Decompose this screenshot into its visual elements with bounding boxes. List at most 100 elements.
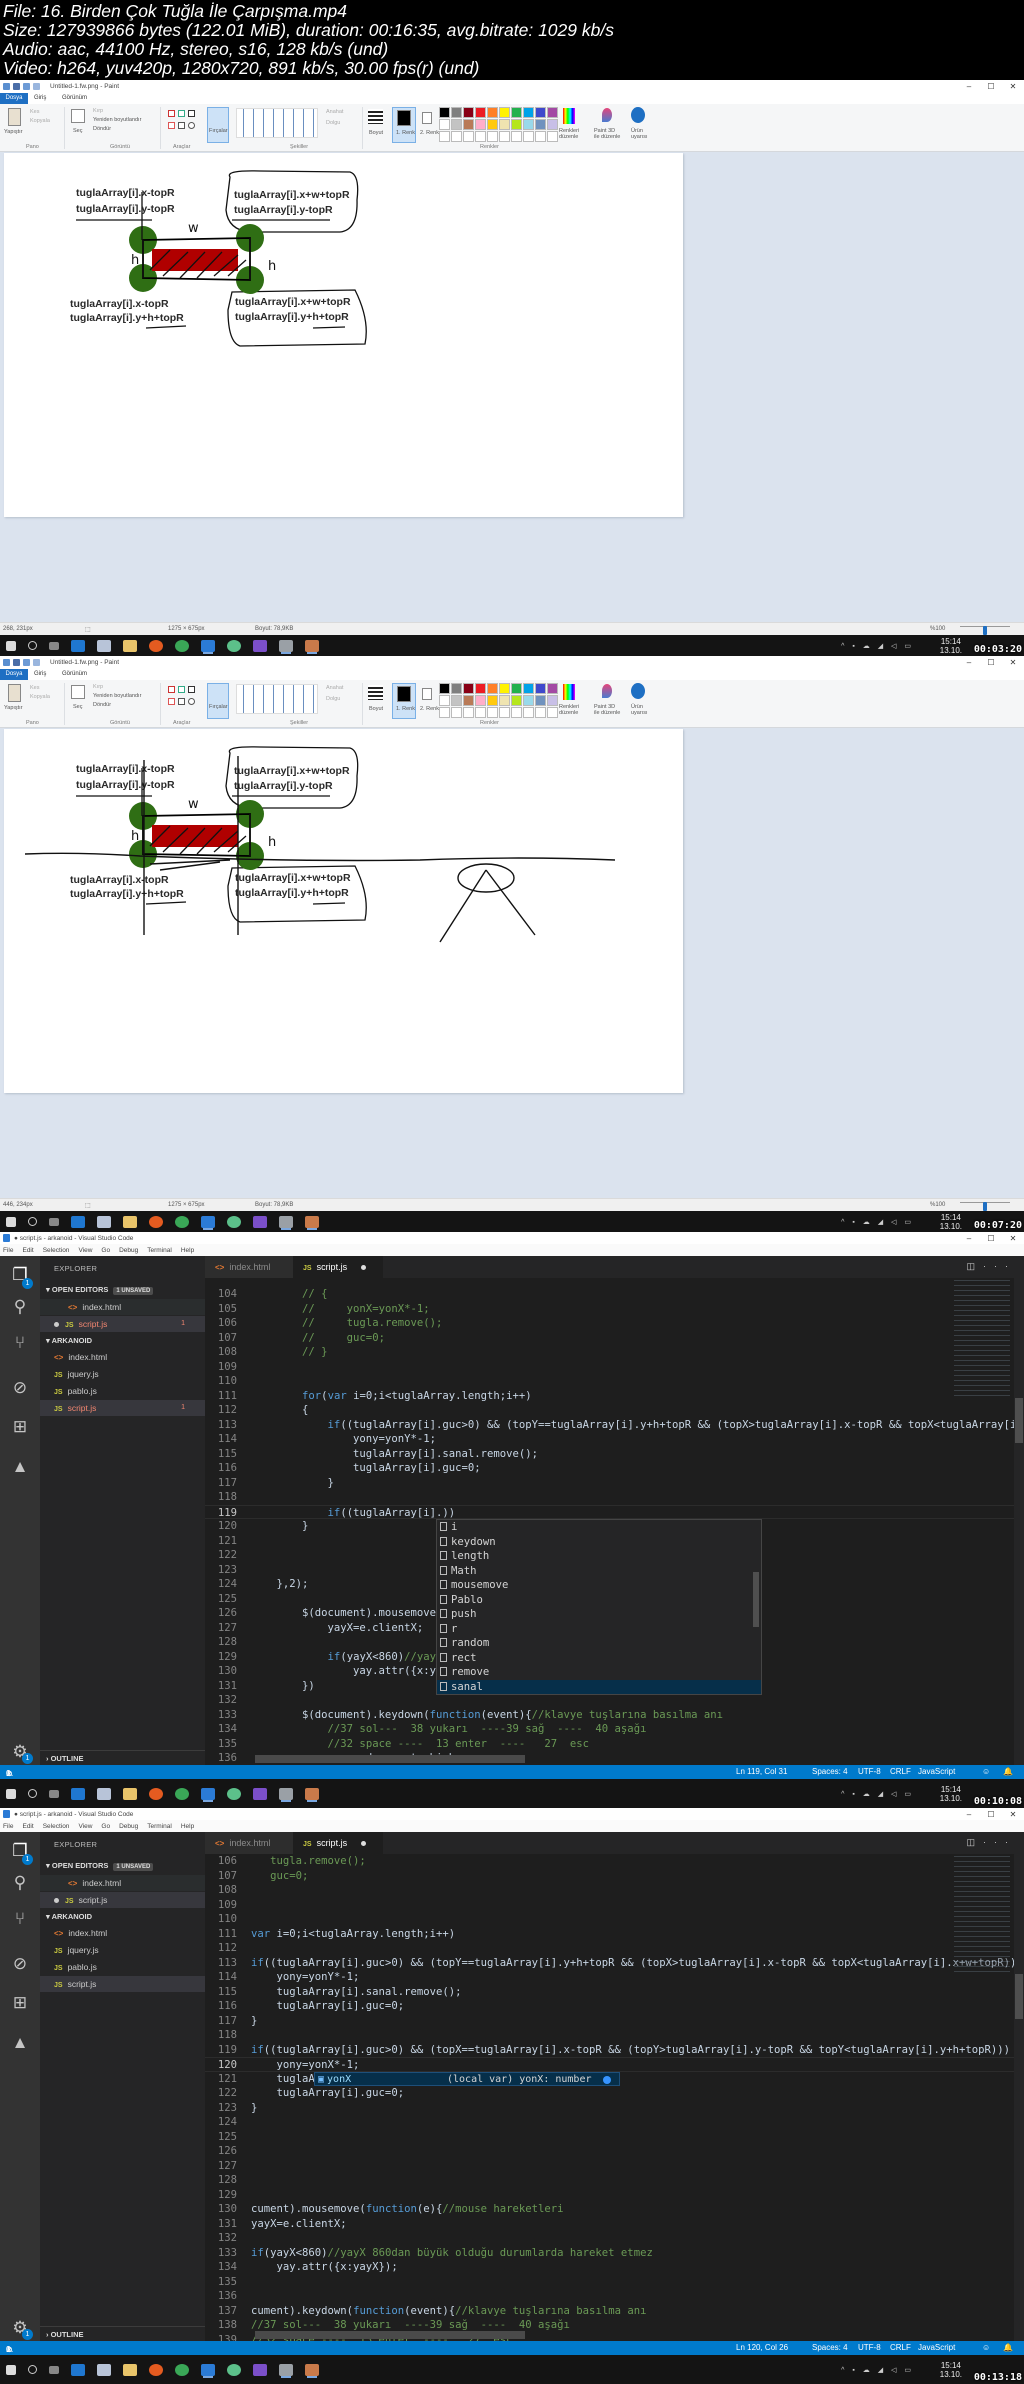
line-text[interactable]: // } <box>251 1345 328 1360</box>
notifications-bell-icon[interactable]: 🔔 <box>1003 1767 1013 1776</box>
code-line[interactable]: 125 <box>205 2130 1024 2145</box>
file-index-html[interactable]: <> index.html <box>40 1349 205 1365</box>
code-line[interactable]: 124 <box>205 2115 1024 2130</box>
clock[interactable]: 15:14 13.10. <box>940 637 962 655</box>
search-icon[interactable] <box>28 641 37 650</box>
code-line[interactable]: 116 tuglaArray[i].guc=0; <box>205 1461 1024 1476</box>
code-line[interactable]: 135 //32 space ---- 13 enter ---- 27 esc <box>205 1737 1024 1752</box>
visual-studio-icon[interactable] <box>253 639 267 652</box>
open-editor-script-js[interactable]: JSscript.js1 <box>40 1892 205 1908</box>
system-tray[interactable]: ^ ▪ ☁ ◢ ◁ ▭ <box>841 1218 914 1226</box>
line-text[interactable]: yayX=e.clientX; <box>251 1621 424 1636</box>
line-text[interactable]: tuglaArray[i].guc=0; <box>251 1461 481 1476</box>
suggestion-scrollbar[interactable] <box>753 1572 759 1627</box>
line-text[interactable]: tuglaArray[i].guc=0; <box>251 2086 405 2101</box>
code-line[interactable]: 110 <box>205 1912 1024 1927</box>
line-text[interactable]: guc=0; <box>251 1869 308 1884</box>
code-line[interactable]: 137 cument).keydown(function(event){//kla… <box>205 2304 1024 2319</box>
visual-studio-icon[interactable] <box>253 1215 267 1228</box>
azure-icon[interactable]: ▲ <box>10 1457 30 1477</box>
code-line[interactable]: 135 <box>205 2275 1024 2290</box>
edge-icon[interactable] <box>71 2363 85 2376</box>
clock[interactable]: 15:14 13.10. <box>940 1213 962 1231</box>
suggestion-item[interactable]: Math <box>437 1564 761 1579</box>
code-line[interactable]: 118 <box>205 2028 1024 2043</box>
source-control-icon[interactable]: ⑂ <box>10 1909 30 1929</box>
line-ending[interactable]: CRLF <box>890 1767 911 1776</box>
vertical-scrollbar[interactable] <box>1014 1278 1024 1765</box>
app-icon[interactable] <box>97 1215 111 1228</box>
app-icon[interactable] <box>97 2363 111 2376</box>
search-icon[interactable] <box>28 2365 37 2374</box>
file-jquery-js[interactable]: JS jquery.js <box>40 1366 205 1382</box>
notifications-bell-icon[interactable]: 🔔 <box>1003 2343 1013 2352</box>
file-explorer-icon[interactable] <box>123 1787 137 1800</box>
code-line[interactable]: 131 yayX=e.clientX; <box>205 2217 1024 2232</box>
line-text[interactable]: yayX=e.clientX; <box>251 2217 347 2232</box>
code-line[interactable]: 107 guc=0; <box>205 1869 1024 1884</box>
line-text[interactable]: yay.attr({x:yayX}); <box>251 2260 398 2275</box>
file-explorer-icon[interactable] <box>123 639 137 652</box>
recorder-icon[interactable] <box>305 1787 319 1800</box>
feedback-smiley-icon[interactable]: ☺ <box>982 1767 990 1776</box>
line-text[interactable]: tuglaArray[i].sanal.remove(); <box>251 1985 462 2000</box>
code-line[interactable]: 112 <box>205 1941 1024 1956</box>
file-explorer-icon[interactable] <box>123 2363 137 2376</box>
recorder-icon[interactable] <box>305 1215 319 1228</box>
code-line[interactable]: 117 } <box>205 1476 1024 1491</box>
code-line[interactable]: 128 <box>205 2173 1024 2188</box>
line-text[interactable]: tugla.remove(); <box>251 1854 366 1869</box>
encoding[interactable]: UTF-8 <box>858 2343 881 2352</box>
horizontal-scrollbar[interactable] <box>255 2331 525 2339</box>
line-text[interactable]: if((tuglaArray[i].guc>0) && (topX==tugla… <box>251 2043 1010 2058</box>
indentation[interactable]: Spaces: 4 <box>812 2343 848 2352</box>
extensions-icon[interactable]: ⊞ <box>10 1417 30 1437</box>
code-line[interactable]: 113 if((tuglaArray[i].guc>0) && (topY==tu… <box>205 1956 1024 1971</box>
code-line[interactable]: 132 <box>205 2231 1024 2246</box>
menu-terminal[interactable]: Terminal <box>147 1247 172 1254</box>
code-line[interactable]: 118 <box>205 1490 1024 1505</box>
code-line[interactable]: 108 // } <box>205 1345 1024 1360</box>
suggestion-item[interactable]: mousemove <box>437 1578 761 1593</box>
file-pablo-js[interactable]: JS pablo.js <box>40 1959 205 1975</box>
unsaved-dot-icon[interactable] <box>361 1841 367 1847</box>
cursor-position[interactable]: Ln 120, Col 26 <box>736 2343 788 2352</box>
line-text[interactable]: { <box>251 1403 308 1418</box>
edge-icon[interactable] <box>71 1215 85 1228</box>
line-text[interactable]: var i=0;i<tuglaArray.length;i++) <box>251 1927 455 1942</box>
suggestion-item[interactable]: length <box>437 1549 761 1564</box>
tab-index-html[interactable]: <> index.html <box>205 1256 293 1278</box>
app-icon[interactable] <box>227 639 241 652</box>
split-editor-icon[interactable]: ◫ <box>966 1837 983 1847</box>
system-tray[interactable]: ^ ▪ ☁ ◢ ◁ ▭ <box>841 1790 914 1798</box>
encoding[interactable]: UTF-8 <box>858 1767 881 1776</box>
vscode-taskbar-icon[interactable] <box>201 1787 215 1800</box>
code-line[interactable]: 106 tugla.remove(); <box>205 1854 1024 1869</box>
code-line[interactable]: 108 <box>205 1883 1024 1898</box>
tab-index-html[interactable]: <> index.html <box>205 1832 293 1854</box>
outline-section[interactable]: › OUTLINE <box>40 1750 205 1766</box>
close-button[interactable]: ✕ <box>1002 1234 1024 1243</box>
suggestion-item[interactable]: push <box>437 1607 761 1622</box>
edge-icon[interactable] <box>71 639 85 652</box>
firefox-icon[interactable] <box>149 1215 163 1228</box>
firefox-icon[interactable] <box>149 2363 163 2376</box>
task-view-icon[interactable] <box>49 641 59 650</box>
start-button[interactable] <box>6 2364 16 2375</box>
open-editor-index-html[interactable]: <> index.html <box>40 1299 205 1315</box>
line-text[interactable]: //37 sol--- 38 yukarı ----39 sağ ---- 40… <box>251 1722 647 1737</box>
open-editors-section[interactable]: ▾ OPEN EDITORS 1 UNSAVED <box>40 1858 205 1874</box>
vscode-taskbar-icon[interactable] <box>201 1215 215 1228</box>
minimap[interactable] <box>954 1278 1010 1398</box>
menu-go[interactable]: Go <box>101 1823 110 1830</box>
line-text[interactable]: cument).mousemove(function(e){//mouse ha… <box>251 2202 564 2217</box>
minimize-button[interactable]: – <box>958 1234 980 1243</box>
code-line[interactable]: 116 tuglaArray[i].guc=0; <box>205 1999 1024 2014</box>
menu-edit[interactable]: Edit <box>22 1823 33 1830</box>
line-text[interactable]: yony=yonX*-1; <box>251 2058 360 2073</box>
autocomplete-popup[interactable]: i keydown length Math mousemove Pablo push r ran… <box>436 1519 762 1695</box>
close-button[interactable]: ✕ <box>1002 1810 1024 1819</box>
project-section[interactable]: ▾ ARKANOID <box>40 1909 205 1925</box>
search-icon[interactable] <box>28 1217 37 1226</box>
code-line[interactable]: 130 cument).mousemove(function(e){//mouse… <box>205 2202 1024 2217</box>
